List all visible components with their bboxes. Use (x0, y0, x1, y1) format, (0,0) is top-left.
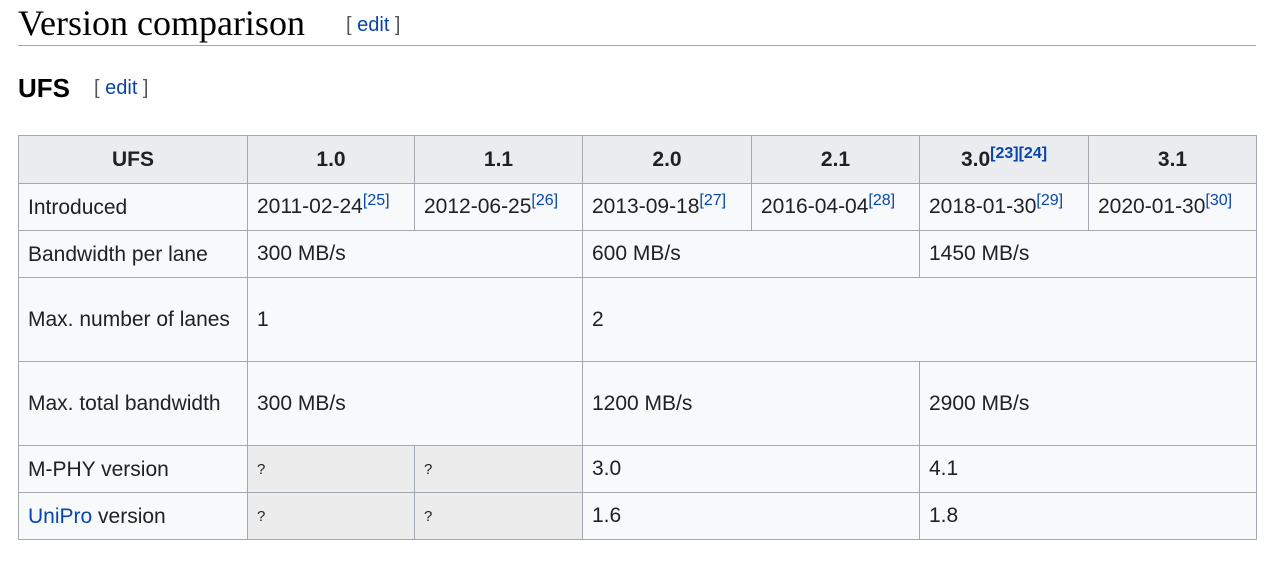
table-cell: 300 MB/s (247, 361, 583, 446)
unknown-cell: ? (247, 445, 415, 493)
edit-bracket-open: [ (94, 77, 106, 99)
unipro-link[interactable]: UniPro (28, 505, 92, 528)
citation: [23][24] (990, 145, 1047, 162)
header-version: 2.0 (582, 135, 752, 184)
citation: [29] (1036, 192, 1063, 209)
row-label: M-PHY version (18, 445, 248, 493)
citation: [27] (699, 192, 726, 209)
introduced-cell: 2012-06-25[26] (414, 183, 583, 231)
date-value: 2012-06-25 (424, 195, 532, 218)
table-cell: 300 MB/s (247, 230, 583, 278)
citation-link[interactable]: [27] (699, 192, 726, 209)
unknown-cell: ? (414, 445, 583, 493)
header-version: 1.1 (414, 135, 583, 184)
date-value: 2018-01-30 (929, 195, 1037, 218)
row-label: Max. total bandwidth (18, 361, 248, 446)
header-version: 2.1 (751, 135, 920, 184)
citation: [30] (1205, 192, 1232, 209)
citation-link[interactable]: [26] (531, 192, 558, 209)
citation-link[interactable]: [28] (868, 192, 895, 209)
row-label-suffix: version (92, 504, 166, 528)
table-cell: 4.1 (919, 445, 1257, 493)
section-heading: Version comparison [ edit ] (18, 0, 1256, 46)
table-header-row: UFS 1.0 1.1 2.0 2.1 3.0[23][24] 3.1 (18, 135, 1257, 184)
table-cell: 1450 MB/s (919, 230, 1257, 278)
citation-link[interactable]: [25] (363, 192, 390, 209)
header-version: 3.1 (1088, 135, 1257, 184)
table-row-unipro: UniPro version ? ? 1.6 1.8 (18, 492, 1257, 540)
edit-bracket-close: ] (137, 77, 149, 99)
header-corner: UFS (18, 135, 248, 184)
date-value: 2016-04-04 (761, 195, 869, 218)
table-row-mphy: M-PHY version ? ? 3.0 4.1 (18, 445, 1257, 493)
table-cell: 2 (582, 277, 1257, 362)
table-cell: 600 MB/s (582, 230, 920, 278)
unknown-cell: ? (414, 492, 583, 540)
introduced-cell: 2020-01-30[30] (1088, 183, 1257, 231)
introduced-cell: 2016-04-04[28] (751, 183, 920, 231)
subsection-edit-link: [ edit ] (94, 77, 149, 100)
edit-bracket-close: ] (389, 14, 401, 36)
table-cell: 1200 MB/s (582, 361, 920, 446)
section-title: Version comparison (18, 3, 305, 43)
table-row-max-total-bandwidth: Max. total bandwidth 300 MB/s 1200 MB/s … (18, 361, 1257, 446)
table-cell: 1.6 (582, 492, 920, 540)
table-row-max-lanes: Max. number of lanes 1 2 (18, 277, 1257, 362)
subsection-title: UFS (18, 73, 70, 103)
citation: [28] (868, 192, 895, 209)
table-cell: 3.0 (582, 445, 920, 493)
subsection-edit-button[interactable]: edit (105, 77, 137, 99)
citation-link[interactable]: [30] (1205, 192, 1232, 209)
row-label: Max. number of lanes (18, 277, 248, 362)
citation-link[interactable]: [29] (1036, 192, 1063, 209)
row-label-unipro: UniPro version (18, 492, 248, 540)
row-label: Introduced (18, 183, 248, 231)
introduced-cell: 2018-01-30[29] (919, 183, 1089, 231)
table-cell: 2900 MB/s (919, 361, 1257, 446)
table-cell: 1 (247, 277, 583, 362)
introduced-cell: 2013-09-18[27] (582, 183, 752, 231)
date-value: 2011-02-24 (257, 195, 363, 218)
citation: [25] (363, 192, 390, 209)
citation-link[interactable]: [24] (1019, 145, 1047, 162)
header-version-3-0: 3.0[23][24] (919, 135, 1089, 184)
header-version: 3.0 (960, 147, 991, 171)
unknown-cell: ? (247, 492, 415, 540)
header-version: 1.0 (247, 135, 415, 184)
citation-link[interactable]: [23] (990, 145, 1018, 162)
introduced-cell: 2011-02-24[25] (247, 183, 415, 231)
table-row-bandwidth-per-lane: Bandwidth per lane 300 MB/s 600 MB/s 145… (18, 230, 1257, 278)
table-cell: 1.8 (919, 492, 1257, 540)
section-edit-button[interactable]: edit (357, 14, 389, 36)
row-label: Bandwidth per lane (18, 230, 248, 278)
table-row-introduced: Introduced 2011-02-24[25] 2012-06-25[26]… (18, 183, 1257, 231)
date-value: 2013-09-18 (592, 195, 700, 218)
edit-bracket-open: [ (346, 14, 358, 36)
ufs-version-table: UFS 1.0 1.1 2.0 2.1 3.0[23][24] 3.1 Intr… (18, 135, 1257, 540)
date-value: 2020-01-30 (1098, 195, 1206, 218)
citation: [26] (531, 192, 558, 209)
section-edit-link: [ edit ] (346, 14, 401, 37)
